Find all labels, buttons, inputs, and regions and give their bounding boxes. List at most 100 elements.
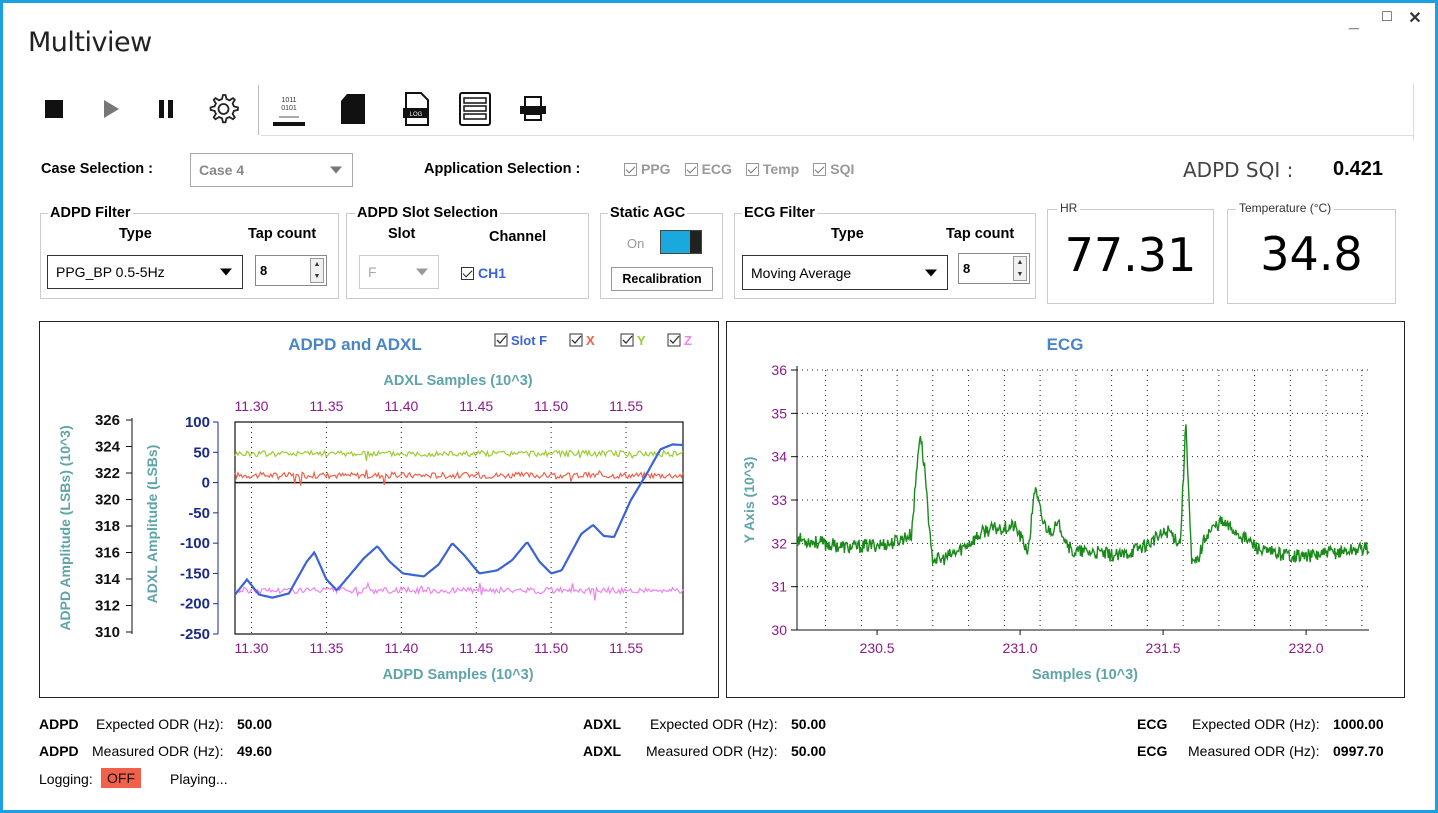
pause-button[interactable] [146, 87, 186, 131]
stop-button[interactable] [34, 87, 74, 131]
slot-select-value: F [368, 264, 377, 280]
close-button[interactable]: ✕ [1406, 8, 1424, 28]
list-icon [459, 92, 491, 126]
x-tick-label: 11.35 [309, 640, 343, 656]
y-tick-label: 36 [771, 362, 787, 378]
y-tick-label: 32 [771, 535, 787, 551]
app-checkbox-ecg[interactable]: ECG [684, 161, 732, 177]
agc-toggle[interactable] [660, 230, 702, 254]
usb-icon [520, 96, 546, 121]
channel-label: Channel [489, 229, 547, 245]
adpd-filter-type-select[interactable]: PPG_BP 0.5-5Hz [47, 255, 243, 289]
adxl-tick-label: -150 [180, 565, 210, 582]
adpd-tick-label: 320 [95, 492, 120, 509]
ecg-chart: ECG Samples (10^3) Y Axis (10^3) 36 35 34 33 32… [741, 335, 1370, 683]
case-selection-label: Case Selection : [41, 161, 154, 177]
log-file-button[interactable]: LOG [397, 87, 437, 131]
adpd-tap-count-stepper[interactable]: 8 ▲ ▼ [255, 255, 327, 286]
checkbox-icon [624, 162, 637, 176]
ecg-filter-tap-label: Tap count [946, 226, 1015, 242]
x-tick-label: 232.0 [1289, 640, 1324, 656]
chart-title: ADPD and ADXL [288, 335, 422, 354]
adxl-measured-caption: Measured ODR (Hz): [646, 743, 778, 759]
static-agc-title: Static AGC [608, 205, 688, 221]
stepper-up-icon[interactable]: ▲ [1014, 257, 1026, 269]
stop-icon [45, 100, 63, 118]
x-tick-label: 11.30 [234, 640, 268, 656]
ecg-tap-count-stepper[interactable]: 8 ▲ ▼ [958, 253, 1030, 284]
maximize-button[interactable]: □ [1378, 8, 1396, 26]
adpd-tick-label: 318 [95, 518, 120, 535]
checkbox-icon [684, 162, 698, 176]
adxl-tick-label: 100 [185, 414, 210, 431]
binary-log-icon: 1011 0101 [273, 97, 305, 126]
x-tick-label: 231.0 [1003, 640, 1038, 656]
adxl-tick-label: -50 [188, 505, 210, 522]
chart-title: ECG [1047, 335, 1084, 354]
y-axis-label: Y Axis (10^3) [741, 457, 757, 544]
recalibration-button[interactable]: Recalibration [611, 267, 713, 291]
settings-button[interactable] [203, 87, 243, 131]
temperature-label: Temperature (°C) [1236, 201, 1335, 215]
play-button[interactable] [91, 87, 131, 131]
top-axis-label: ADXL Samples (10^3) [383, 373, 532, 389]
sd-card-icon [341, 94, 365, 124]
checkbox-icon [745, 162, 759, 176]
stepper-down-icon[interactable]: ▼ [311, 271, 323, 283]
hr-label: HR [1057, 201, 1081, 215]
ecg-measured-caption: Measured ODR (Hz): [1188, 743, 1320, 759]
channel-checkbox-ch1[interactable]: CH1 [461, 265, 506, 281]
adpd-filter-type-value: PPG_BP 0.5-5Hz [56, 264, 165, 280]
legend-checkbox-icon [494, 333, 508, 347]
legend-item: Slot F [511, 333, 547, 348]
adxl-tick-label: 50 [193, 444, 210, 461]
log-file-icon: LOG [403, 92, 429, 126]
adxl-tick-label: -100 [180, 535, 210, 552]
hr-value: 77.31 [1064, 228, 1197, 282]
slot-label: Slot [388, 226, 416, 242]
top-tick-label: 11.30 [234, 398, 268, 414]
ecg-expected-value: 1000.00 [1333, 716, 1384, 732]
stepper-buttons[interactable]: ▲ ▼ [310, 258, 324, 283]
app-checkbox-sqi[interactable]: SQI [813, 161, 854, 177]
ecg-measured-label: ECG [1137, 743, 1168, 759]
app-checkbox-temp[interactable]: Temp [745, 161, 799, 177]
app-checkbox-ppg[interactable]: PPG [624, 161, 671, 177]
y-tick-label: 34 [771, 449, 787, 465]
list-view-button[interactable] [455, 87, 495, 131]
ecg-filter-type-select[interactable]: Moving Average [742, 255, 948, 290]
stepper-buttons[interactable]: ▲ ▼ [1013, 256, 1027, 281]
adxl-expected-caption: Expected ODR (Hz): [650, 716, 778, 732]
series-line-slot-f [234, 443, 684, 599]
adpd-measured-caption: Measured ODR (Hz): [92, 743, 224, 759]
ecg-tap-count-value: 8 [963, 261, 971, 276]
case-select[interactable]: Case 4 [190, 153, 353, 187]
y-tick-label: 31 [771, 579, 787, 595]
slot-select[interactable]: F [359, 255, 439, 289]
stepper-down-icon[interactable]: ▼ [1014, 269, 1026, 281]
minimize-button[interactable]: _ [1345, 11, 1363, 32]
adxl-tick-label: 0 [202, 475, 210, 492]
series-line-ecg [796, 424, 1370, 567]
series-line-y [234, 448, 684, 461]
y-tick-label: 35 [771, 405, 787, 421]
adpd-adxl-chart: ADPD and ADXL Slot F X Y Z ADXL Samples (10^3… [57, 333, 692, 683]
sd-card-button[interactable] [333, 87, 373, 131]
top-tick-label: 11.45 [459, 398, 493, 414]
chevron-down-icon [416, 268, 428, 276]
logging-label: Logging: [39, 771, 93, 787]
binary-log-button[interactable]: 1011 0101 [269, 87, 309, 131]
stepper-up-icon[interactable]: ▲ [311, 259, 323, 271]
y-axis-label-right: ADXL Amplitude (LSBs) [144, 445, 160, 604]
adpd-tick-label: 316 [95, 545, 120, 562]
ecg-filter-type-label: Type [831, 226, 864, 242]
legend-checkbox-icon [667, 333, 681, 347]
usb-button[interactable] [513, 87, 553, 131]
series-line-z [234, 581, 684, 601]
adpd-filter-tap-label: Tap count [248, 226, 317, 242]
adpd-expected-value: 50.00 [237, 716, 273, 732]
settings-icon [209, 94, 239, 124]
toolbar-separator [258, 85, 259, 135]
chevron-down-icon [220, 268, 232, 276]
adpd-tick-label: 314 [95, 571, 121, 588]
